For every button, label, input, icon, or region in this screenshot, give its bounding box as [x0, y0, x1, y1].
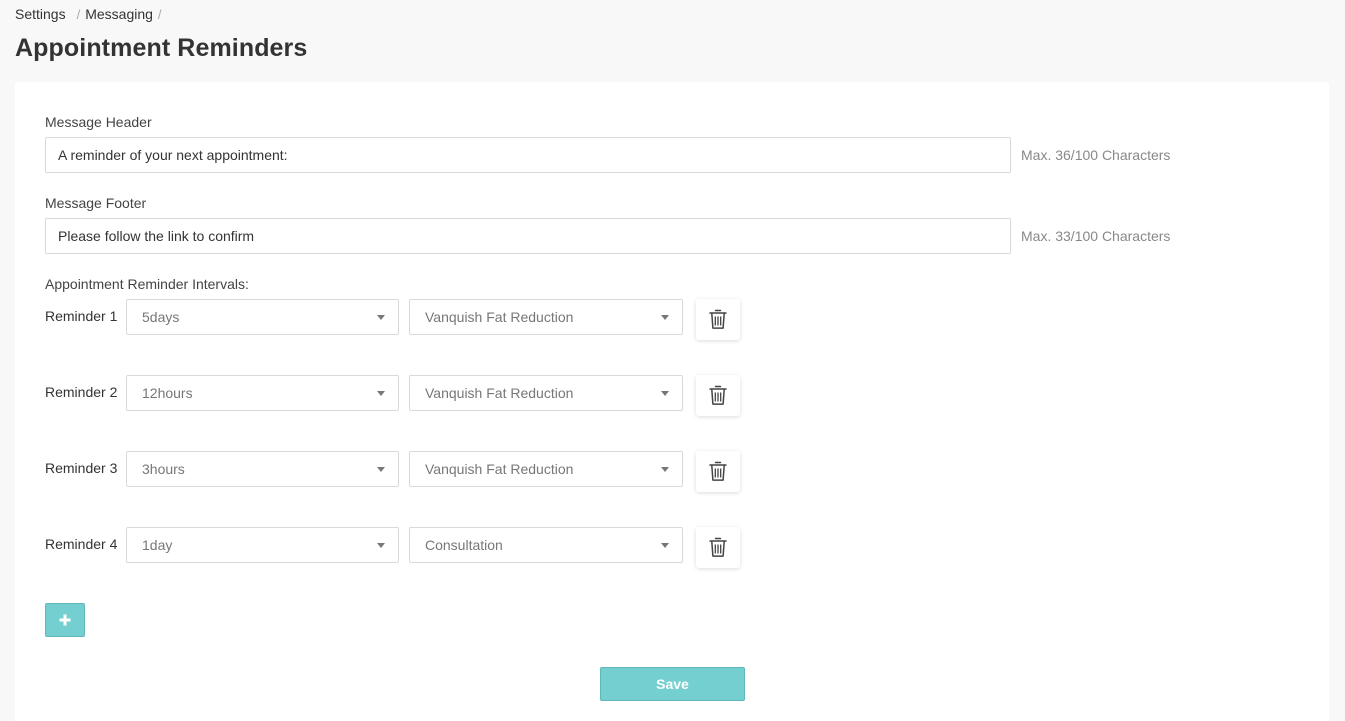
caret-down-icon: [661, 467, 669, 472]
caret-down-icon: [661, 391, 669, 396]
breadcrumb-item-messaging[interactable]: Messaging: [85, 6, 153, 22]
reminder-label: Reminder 3: [45, 460, 118, 476]
caret-down-icon: [377, 467, 385, 472]
reminder-service-select[interactable]: Vanquish Fat Reduction: [409, 375, 683, 411]
reminder-label: Reminder 2: [45, 384, 118, 400]
plus-icon: [59, 614, 71, 626]
save-button[interactable]: Save: [600, 667, 745, 701]
caret-down-icon: [377, 543, 385, 548]
reminder-row-1: Reminder 1 5days Vanquish Fat Reduction: [45, 299, 745, 341]
breadcrumb: Settings / Messaging /: [15, 6, 162, 22]
reminder-time-value: 1day: [142, 537, 173, 553]
reminder-service-value: Vanquish Fat Reduction: [425, 461, 574, 477]
message-header-label: Message Header: [45, 114, 152, 130]
reminder-service-value: Consultation: [425, 537, 503, 553]
add-reminder-button[interactable]: [45, 603, 85, 637]
reminder-service-select[interactable]: Consultation: [409, 527, 683, 563]
reminder-time-select[interactable]: 12hours: [126, 375, 399, 411]
trash-icon: [709, 385, 727, 405]
reminder-service-value: Vanquish Fat Reduction: [425, 385, 574, 401]
reminder-service-value: Vanquish Fat Reduction: [425, 309, 574, 325]
page-title: Appointment Reminders: [15, 34, 308, 62]
reminder-time-value: 3hours: [142, 461, 185, 477]
caret-down-icon: [377, 391, 385, 396]
message-footer-label: Message Footer: [45, 195, 147, 211]
reminder-intervals-label: Appointment Reminder Intervals:: [45, 276, 249, 292]
reminder-row-3: Reminder 3 3hours Vanquish Fat Reduction: [45, 451, 745, 493]
reminder-service-select[interactable]: Vanquish Fat Reduction: [409, 299, 683, 335]
delete-reminder-button[interactable]: [696, 527, 740, 568]
reminder-time-select[interactable]: 5days: [126, 299, 399, 335]
delete-reminder-button[interactable]: [696, 375, 740, 416]
message-header-char-count: Max. 36/100 Characters: [1021, 147, 1171, 163]
reminder-time-select[interactable]: 3hours: [126, 451, 399, 487]
breadcrumb-separator: /: [157, 6, 162, 22]
reminder-time-value: 12hours: [142, 385, 193, 401]
reminder-service-select[interactable]: Vanquish Fat Reduction: [409, 451, 683, 487]
trash-icon: [709, 537, 727, 557]
trash-icon: [709, 309, 727, 329]
delete-reminder-button[interactable]: [696, 451, 740, 492]
delete-reminder-button[interactable]: [696, 299, 740, 340]
message-header-input[interactable]: [45, 137, 1011, 173]
caret-down-icon: [661, 543, 669, 548]
reminder-row-4: Reminder 4 1day Consultation: [45, 527, 745, 569]
reminder-time-select[interactable]: 1day: [126, 527, 399, 563]
reminder-label: Reminder 4: [45, 536, 118, 552]
caret-down-icon: [377, 315, 385, 320]
message-footer-char-count: Max. 33/100 Characters: [1021, 228, 1171, 244]
reminder-settings-card: Message Header Max. 36/100 Characters Me…: [15, 82, 1329, 721]
reminder-time-value: 5days: [142, 309, 180, 325]
reminder-label: Reminder 1: [45, 308, 118, 324]
breadcrumb-item-settings[interactable]: Settings: [15, 6, 66, 22]
breadcrumb-separator: /: [76, 6, 81, 22]
caret-down-icon: [661, 315, 669, 320]
reminder-row-2: Reminder 2 12hours Vanquish Fat Reductio…: [45, 375, 745, 417]
trash-icon: [709, 461, 727, 481]
message-footer-input[interactable]: [45, 218, 1011, 254]
